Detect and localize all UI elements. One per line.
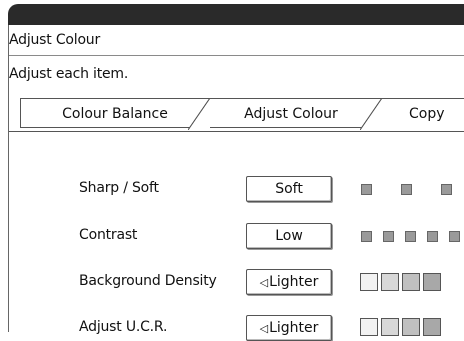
contrast-level-1[interactable] — [361, 231, 372, 242]
row-label-contrast: Contrast — [79, 227, 138, 243]
tab-copy-quality[interactable]: Copy Qua — [374, 98, 464, 152]
adjust-colour-panel: Adjust Colour Adjust each item. Copy Qua… — [8, 25, 464, 341]
instruction-text: Adjust each item. — [9, 66, 129, 82]
sharp-soft-level-3[interactable] — [441, 184, 452, 195]
triangle-left-icon: ◁ — [259, 276, 269, 289]
tab-adjust-colour[interactable]: Adjust Colour — [200, 98, 382, 130]
row-label-background-density: Background Density — [79, 273, 217, 289]
background-density-value: Lighter — [269, 274, 319, 290]
background-density-button[interactable]: ◁Lighter — [246, 269, 332, 295]
top-bar-shape — [8, 4, 464, 25]
adjust-ucr-level-2[interactable] — [381, 318, 399, 336]
tab-slant — [188, 98, 210, 130]
adjust-ucr-value: Lighter — [269, 320, 319, 336]
contrast-level-2[interactable] — [383, 231, 394, 242]
sharp-soft-button[interactable]: Soft — [246, 176, 332, 202]
adjust-ucr-button[interactable]: ◁Lighter — [246, 315, 332, 341]
tab-colour-balance-label: Colour Balance — [62, 106, 168, 122]
adjust-ucr-level-4[interactable] — [423, 318, 441, 336]
background-density-level-1[interactable] — [360, 273, 378, 291]
sharp-soft-level-1[interactable] — [361, 184, 372, 195]
window-title: Adjust Colour — [9, 32, 101, 48]
triangle-left-icon: ◁ — [259, 322, 269, 335]
row-label-adjust-ucr: Adjust U.C.R. — [79, 319, 168, 335]
contrast-level-3[interactable] — [405, 231, 416, 242]
contrast-value: Low — [275, 228, 303, 244]
tab-slant — [360, 98, 382, 130]
tab-content: Sharp / Soft Soft Contrast Low Backgroun… — [9, 131, 464, 341]
tab-colour-balance[interactable]: Colour Balance — [20, 98, 210, 130]
top-bar — [0, 0, 464, 25]
adjust-ucr-level-3[interactable] — [402, 318, 420, 336]
background-density-level-2[interactable] — [381, 273, 399, 291]
tab-adjust-colour-label: Adjust Colour — [244, 106, 338, 122]
row-label-sharp-soft: Sharp / Soft — [79, 180, 159, 196]
background-density-level-3[interactable] — [402, 273, 420, 291]
sharp-soft-level-2[interactable] — [401, 184, 412, 195]
tab-strip: Copy Qua Adjust Colour Colour Balance — [10, 98, 464, 152]
contrast-button[interactable]: Low — [246, 223, 332, 249]
title-row: Adjust Colour — [9, 25, 464, 56]
background-density-level-4[interactable] — [423, 273, 441, 291]
contrast-level-4[interactable] — [427, 231, 438, 242]
sharp-soft-value: Soft — [275, 181, 303, 197]
contrast-level-5[interactable] — [449, 231, 460, 242]
adjust-ucr-level-1[interactable] — [360, 318, 378, 336]
